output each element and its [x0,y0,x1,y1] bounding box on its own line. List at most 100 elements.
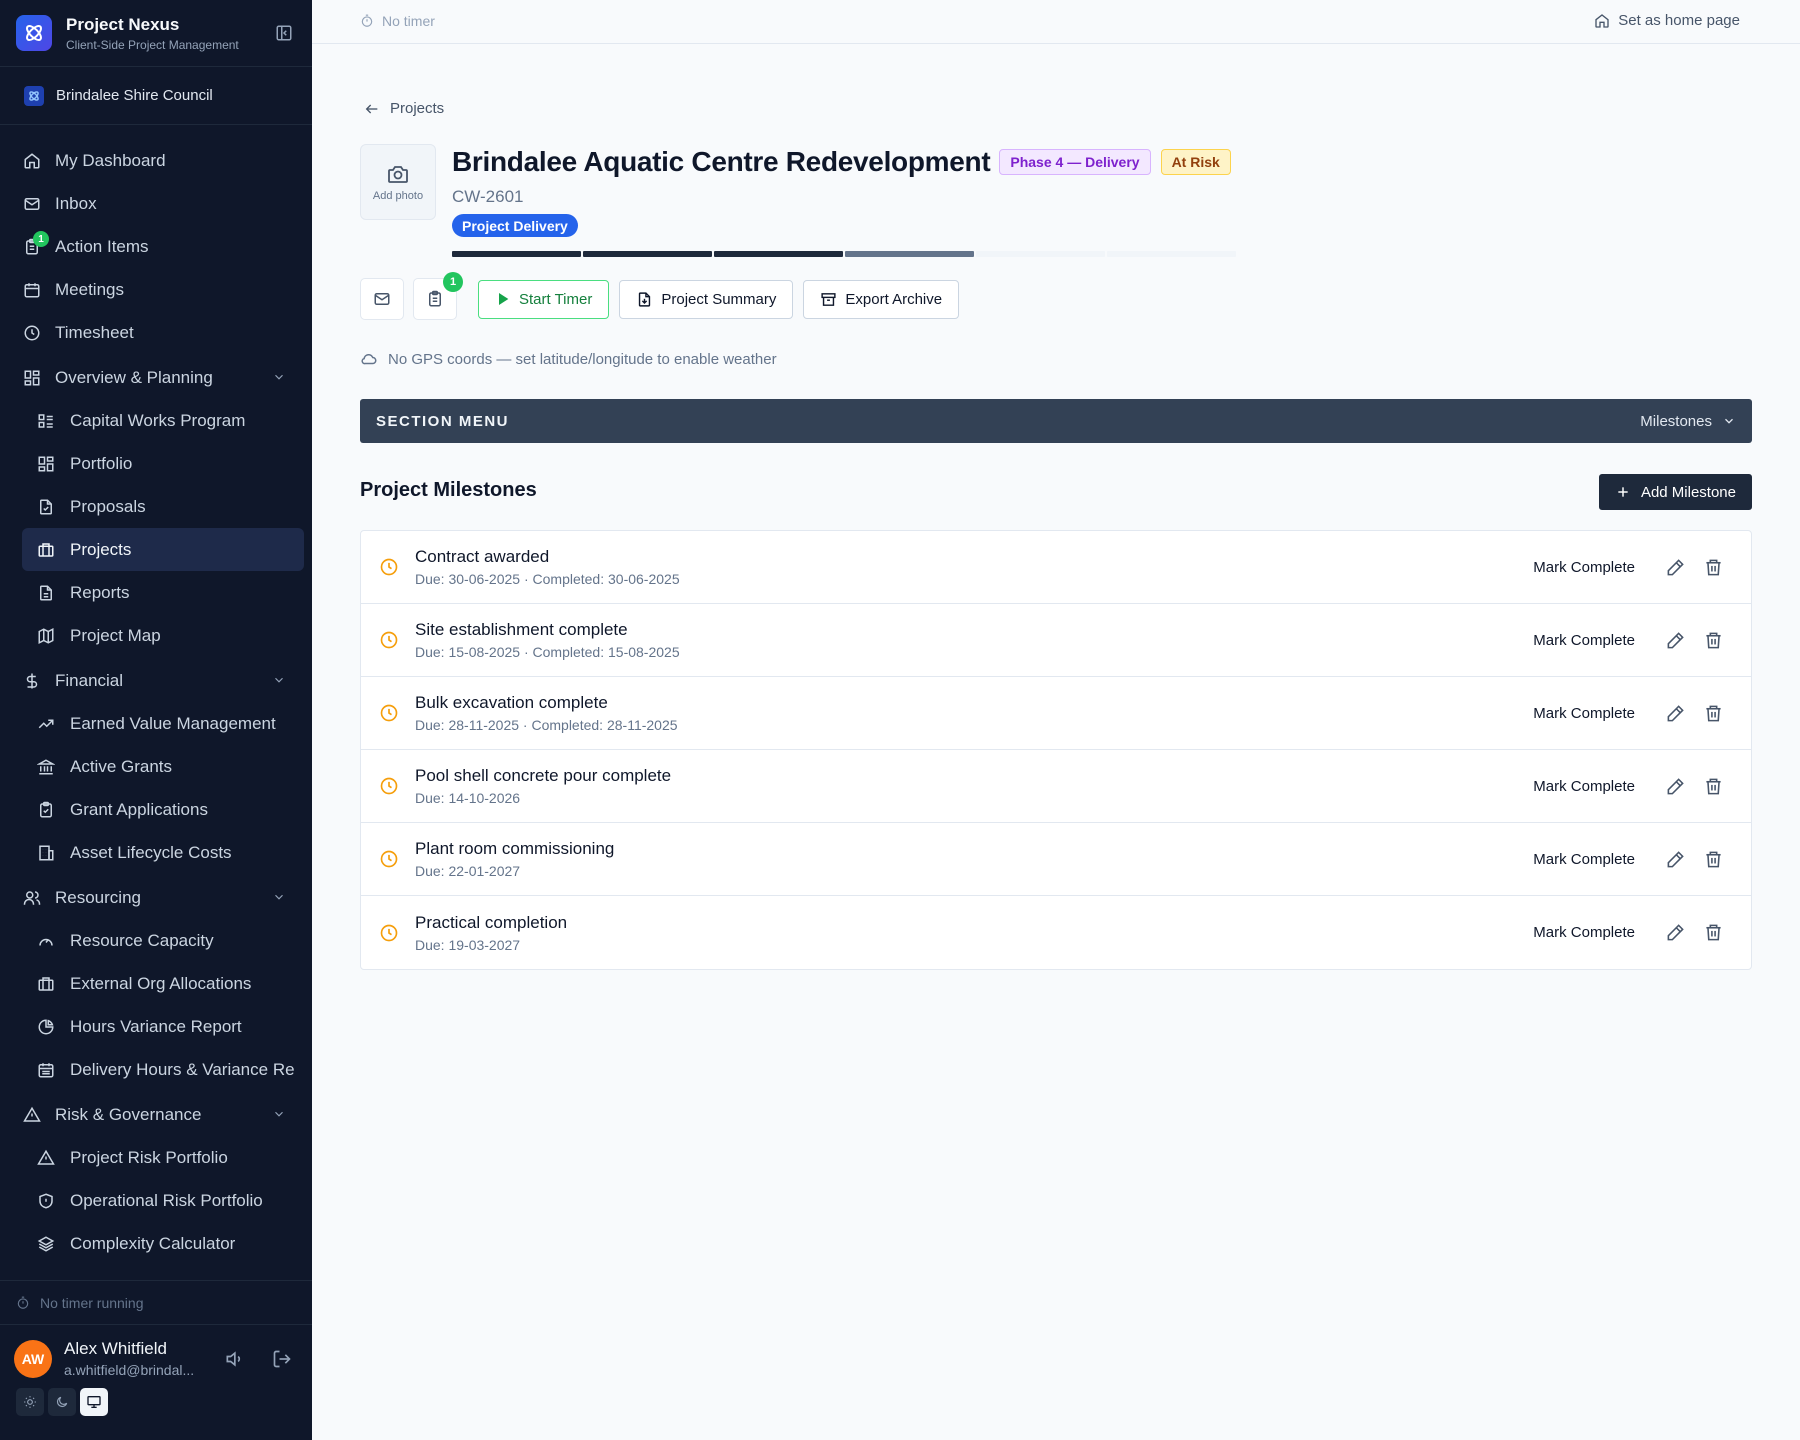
clock-icon [379,923,399,943]
trash-icon[interactable] [1701,555,1725,579]
edit-icon[interactable] [1663,921,1687,945]
monitor-icon[interactable] [80,1388,108,1416]
sun-icon[interactable] [16,1388,44,1416]
edit-icon[interactable] [1663,628,1687,652]
avatar[interactable]: AW [14,1339,52,1378]
trash-icon[interactable] [1701,921,1725,945]
sidebar-item-projects[interactable]: Projects [22,528,304,571]
home-icon [1594,13,1610,29]
sidebar-item-grant-applications[interactable]: Grant Applications [0,788,312,831]
org-switcher[interactable]: Brindalee Shire Council [0,67,312,125]
project-summary-label: Project Summary [661,290,777,308]
sidebar-item-label: Portfolio [70,453,133,473]
add-milestone-button[interactable]: Add Milestone [1598,474,1752,510]
layout-grid-icon [22,368,42,388]
edit-icon[interactable] [1663,701,1687,725]
email-button[interactable] [360,278,404,320]
project-summary-button[interactable]: Project Summary [619,279,794,319]
alert-triangle-icon [36,1148,56,1168]
sidebar-item-label: Action Items [55,236,149,256]
set-home-page-button[interactable]: Set as home page [1594,12,1740,29]
briefcase-icon [36,974,56,994]
sidebar-group-financial[interactable]: Financial [0,659,312,702]
milestone-row: Bulk excavation complete Due: 28-11-2025 … [361,677,1751,750]
start-timer-button[interactable]: Start Timer [478,279,610,319]
sidebar-group-resourcing[interactable]: Resourcing [0,876,312,919]
add-photo-button[interactable]: Add photo [360,144,436,220]
clock-icon [379,703,399,723]
milestone-name: Site establishment complete [415,620,628,639]
sidebar-item-project-map[interactable]: Project Map [0,614,312,657]
trash-icon[interactable] [1701,701,1725,725]
sidebar-item-label: Grant Applications [70,799,208,819]
section-select[interactable]: Milestones [1640,413,1736,430]
alert-triangle-icon [22,1105,42,1125]
sidebar-item-label: Resource Capacity [70,930,214,950]
sidebar-item-portfolio[interactable]: Portfolio [0,442,312,485]
sidebar-item-label: External Org Allocations [70,973,252,993]
speaker-icon[interactable] [224,1349,244,1369]
sidebar-item-action-items[interactable]: 1 Action Items [0,225,312,268]
mark-complete-button[interactable]: Mark Complete [1533,924,1635,941]
sidebar-item-operational-risk[interactable]: Operational Risk Portfolio [0,1179,312,1222]
sidebar-item-resource-capacity[interactable]: Resource Capacity [0,919,312,962]
mark-complete-button[interactable]: Mark Complete [1533,851,1635,868]
chevron-down-icon [272,1107,286,1121]
mark-complete-button[interactable]: Mark Complete [1533,705,1635,722]
edit-icon[interactable] [1663,847,1687,871]
sidebar-item-timesheet[interactable]: Timesheet [0,311,312,354]
sidebar-item-project-risk[interactable]: Project Risk Portfolio [0,1136,312,1179]
sidebar-item-proposals[interactable]: Proposals [0,485,312,528]
edit-icon[interactable] [1663,774,1687,798]
milestone-dates: Due: 28-11-2025 · Completed: 28-11-2025 [415,717,678,733]
status-badge: At Risk [1160,149,1231,175]
sidebar-item-complexity[interactable]: Complexity Calculator [0,1222,312,1265]
sidebar-item-label: Proposals [70,496,146,516]
sidebar-item-delivery-hours[interactable]: Delivery Hours & Variance Re [0,1048,312,1091]
sidebar-group-overview[interactable]: Overview & Planning [0,356,312,399]
progress-segment [976,251,1105,257]
sidebar-item-inbox[interactable]: Inbox [0,182,312,225]
sidebar-group-label: Risk & Governance [55,1104,202,1124]
trash-icon[interactable] [1701,774,1725,798]
mark-complete-button[interactable]: Mark Complete [1533,632,1635,649]
home-icon [22,151,42,171]
gauge-icon [36,931,56,951]
mark-complete-button[interactable]: Mark Complete [1533,778,1635,795]
shield-icon [36,1191,56,1211]
sidebar-item-external-org[interactable]: External Org Allocations [0,962,312,1005]
sidebar-item-dashboard[interactable]: My Dashboard [0,139,312,182]
theme-switcher [0,1378,312,1416]
edit-icon[interactable] [1663,555,1687,579]
moon-icon[interactable] [48,1388,76,1416]
timer-indicator[interactable]: No timer [360,13,435,29]
clock-icon [379,776,399,796]
play-icon [495,291,511,307]
milestone-dates: Due: 22-01-2027 [415,863,521,879]
add-milestone-label: Add Milestone [1640,483,1736,501]
sidebar-item-meetings[interactable]: Meetings [0,268,312,311]
logout-icon[interactable] [272,1349,292,1369]
phase-badge: Phase 4 — Delivery [999,149,1151,175]
sidebar-item-asset-lifecycle[interactable]: Asset Lifecycle Costs [0,831,312,874]
sidebar-item-hours-variance[interactable]: Hours Variance Report [0,1005,312,1048]
trash-icon[interactable] [1701,847,1725,871]
sidebar-group-risk[interactable]: Risk & Governance [0,1093,312,1136]
sidebar-collapse-icon[interactable] [272,21,296,45]
mark-complete-button[interactable]: Mark Complete [1533,559,1635,576]
action-toolbar: 1 Start Timer Project Summary Export Arc… [360,272,969,320]
sidebar-item-earned-value[interactable]: Earned Value Management [0,702,312,745]
action-items-button[interactable]: 1 [413,272,463,320]
sidebar-item-label: Reports [70,582,130,602]
user-email: a.whitfield@brindal... [64,1362,195,1378]
export-archive-button[interactable]: Export Archive [803,279,960,319]
stopwatch-icon [360,14,374,28]
sidebar-item-capital-works[interactable]: Capital Works Program [0,399,312,442]
top-bar: No timer Set as home page [312,0,1800,44]
back-link[interactable]: Projects [364,100,444,117]
trash-icon[interactable] [1701,628,1725,652]
mail-icon [373,290,391,308]
sidebar-item-active-grants[interactable]: Active Grants [0,745,312,788]
add-photo-label: Add photo [372,190,424,202]
sidebar-item-reports[interactable]: Reports [0,571,312,614]
